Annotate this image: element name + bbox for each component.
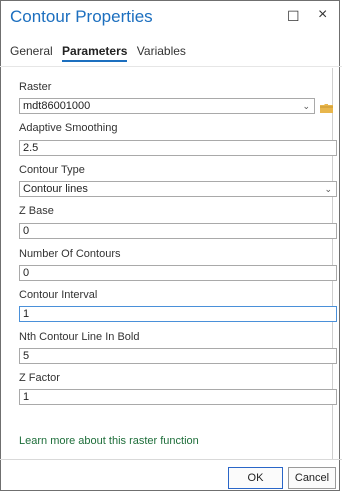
nth-bold-input[interactable]: 5 (19, 348, 337, 364)
chevron-down-icon: ⌄ (302, 101, 310, 111)
raster-dropdown[interactable]: mdt86001000 ⌄ (19, 98, 315, 114)
z-base-input[interactable]: 0 (19, 223, 337, 239)
raster-label: Raster (19, 81, 52, 93)
contour-type-value: Contour lines (23, 183, 88, 195)
z-factor-label: Z Factor (19, 372, 60, 384)
learn-more-link[interactable]: Learn more about this raster function (19, 435, 199, 447)
chevron-down-icon: ⌄ (324, 184, 332, 194)
contour-interval-label: Contour Interval (19, 289, 98, 301)
tab-divider (0, 66, 342, 67)
contour-type-label: Contour Type (19, 164, 85, 176)
contour-type-dropdown[interactable]: Contour lines ⌄ (19, 181, 337, 197)
maximize-button[interactable]: ☐ (287, 8, 300, 25)
parameters-panel: Raster mdt86001000 ⌄ Adaptive Smoothing … (10, 68, 337, 459)
tab-parameters[interactable]: Parameters (62, 44, 128, 62)
ok-button[interactable]: OK (228, 467, 283, 489)
folder-icon[interactable] (320, 100, 333, 113)
number-of-contours-input[interactable]: 0 (19, 265, 337, 281)
number-of-contours-label: Number Of Contours (19, 248, 121, 260)
tab-variables[interactable]: Variables (137, 44, 186, 58)
z-factor-input[interactable]: 1 (19, 389, 337, 405)
adaptive-smoothing-label: Adaptive Smoothing (19, 122, 118, 134)
z-base-label: Z Base (19, 205, 54, 217)
tab-bar: General Parameters Variables (10, 44, 192, 62)
title-bar: Contour Properties ☐ × (0, 0, 342, 36)
dialog-title: Contour Properties (10, 7, 153, 26)
tab-general[interactable]: General (10, 44, 53, 58)
close-button[interactable]: × (318, 6, 327, 24)
raster-value: mdt86001000 (23, 100, 91, 112)
cancel-button[interactable]: Cancel (288, 467, 336, 489)
nth-bold-label: Nth Contour Line In Bold (19, 331, 140, 343)
contour-interval-input[interactable]: 1 (19, 306, 337, 322)
footer-divider (0, 459, 342, 460)
adaptive-smoothing-input[interactable]: 2.5 (19, 140, 337, 156)
